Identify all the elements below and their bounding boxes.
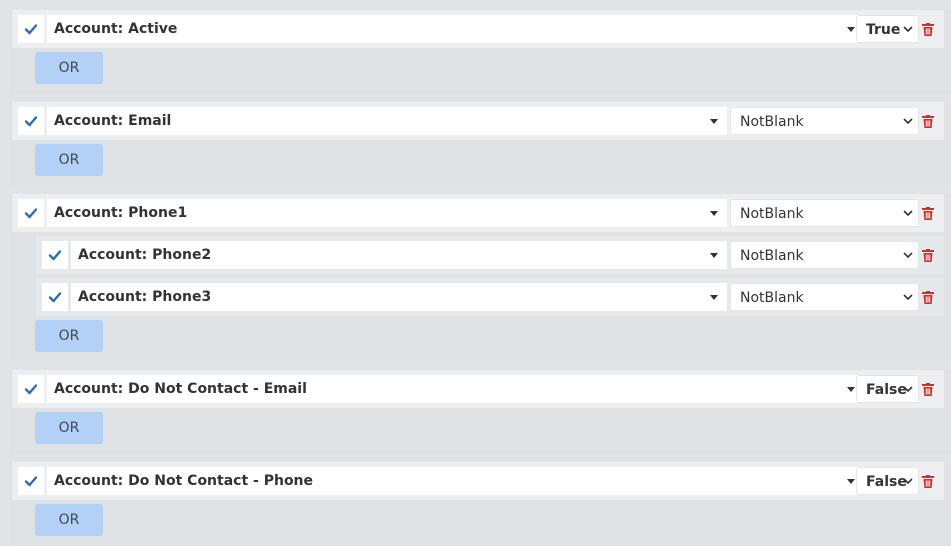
- value-select-label: NotBlank: [740, 290, 804, 306]
- or-button[interactable]: OR: [35, 320, 103, 352]
- field-select-label: Account: Do Not Contact - Email: [54, 381, 307, 397]
- chevron-down-icon: [903, 210, 913, 217]
- caret-down-icon: [710, 119, 718, 124]
- condition-row: Account: Do Not Contact - Email False: [12, 370, 944, 408]
- caret-down-icon: [847, 387, 855, 392]
- check-icon[interactable]: [18, 15, 44, 43]
- value-select-label: False: [866, 474, 907, 490]
- check-icon[interactable]: [42, 283, 68, 311]
- caret-down-icon: [847, 479, 855, 484]
- field-select-label: Account: Active: [54, 21, 178, 37]
- chevron-down-icon: [903, 118, 913, 125]
- check-icon[interactable]: [18, 467, 44, 495]
- value-select[interactable]: NotBlank: [730, 199, 919, 227]
- or-button[interactable]: OR: [35, 412, 103, 444]
- value-select[interactable]: NotBlank: [730, 241, 919, 269]
- or-button[interactable]: OR: [35, 144, 103, 176]
- chevron-down-icon: [903, 294, 913, 301]
- trash-icon[interactable]: [922, 291, 934, 304]
- condition-row: Account: Active True: [12, 10, 944, 48]
- field-select-label: Account: Phone2: [78, 247, 212, 263]
- check-icon[interactable]: [18, 199, 44, 227]
- or-button[interactable]: OR: [35, 52, 103, 84]
- value-select-label: False: [866, 382, 907, 398]
- caret-down-icon: [710, 295, 718, 300]
- value-select[interactable]: True: [856, 15, 919, 43]
- field-select-label: Account: Do Not Contact - Phone: [54, 473, 314, 489]
- condition-row: Account: Phone1 NotBlank: [12, 194, 944, 232]
- check-icon[interactable]: [18, 375, 44, 403]
- chevron-down-icon: [903, 252, 913, 259]
- field-select[interactable]: Account: Phone3: [71, 283, 727, 311]
- trash-icon[interactable]: [922, 207, 934, 220]
- field-select[interactable]: Account: Phone2: [71, 241, 727, 269]
- caret-down-icon: [710, 253, 718, 258]
- check-icon[interactable]: [18, 107, 44, 135]
- chevron-down-icon: [903, 478, 913, 485]
- chevron-down-icon: [903, 386, 913, 393]
- condition-row-nested: Account: Phone2 NotBlank: [36, 236, 944, 274]
- condition-row: Account: Do Not Contact - Phone False: [12, 462, 944, 500]
- caret-down-icon: [710, 211, 718, 216]
- field-select[interactable]: Account: Email: [47, 107, 727, 135]
- trash-icon[interactable]: [922, 115, 934, 128]
- trash-icon[interactable]: [922, 383, 934, 396]
- trash-icon[interactable]: [922, 249, 934, 262]
- field-select[interactable]: Account: Active: [47, 15, 864, 43]
- trash-icon[interactable]: [922, 475, 934, 488]
- value-select[interactable]: NotBlank: [730, 283, 919, 311]
- value-select[interactable]: False: [856, 375, 919, 403]
- caret-down-icon: [847, 27, 855, 32]
- field-select-label: Account: Email: [54, 113, 172, 129]
- field-select[interactable]: Account: Phone1: [47, 199, 727, 227]
- check-icon[interactable]: [42, 241, 68, 269]
- trash-icon[interactable]: [922, 23, 934, 36]
- value-select-label: NotBlank: [740, 248, 804, 264]
- field-select[interactable]: Account: Do Not Contact - Phone: [47, 467, 864, 495]
- value-select[interactable]: False: [856, 467, 919, 495]
- or-button[interactable]: OR: [35, 504, 103, 536]
- condition-row-nested: Account: Phone3 NotBlank: [36, 278, 944, 316]
- value-select-label: True: [866, 22, 901, 38]
- condition-row: Account: Email NotBlank: [12, 102, 944, 140]
- value-select-label: NotBlank: [740, 206, 804, 222]
- value-select-label: NotBlank: [740, 114, 804, 130]
- field-select-label: Account: Phone3: [78, 289, 212, 305]
- value-select[interactable]: NotBlank: [730, 107, 919, 135]
- field-select[interactable]: Account: Do Not Contact - Email: [47, 375, 864, 403]
- chevron-down-icon: [903, 26, 913, 33]
- field-select-label: Account: Phone1: [54, 205, 188, 221]
